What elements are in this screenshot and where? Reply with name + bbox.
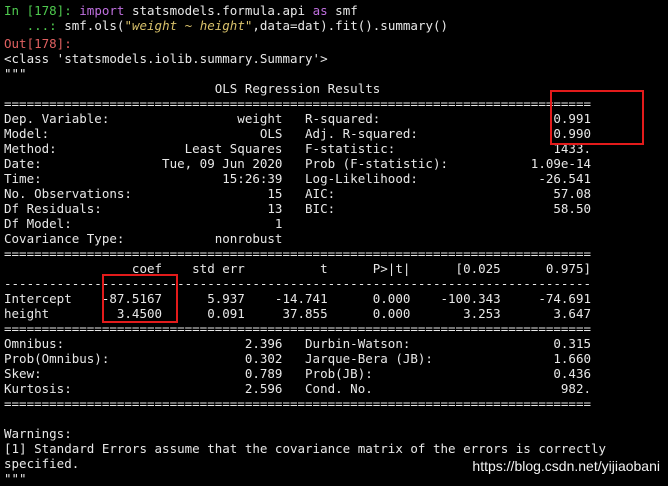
stat-row-df-model: Df Model: 1: [4, 216, 591, 231]
diag-row-skew: Skew: 0.789 Prob(JB): 0.436: [4, 366, 591, 381]
stat-row-df-residuals: Df Residuals: 13 BIC: 58.50: [4, 201, 591, 216]
diag-row-prob-omnibus: Prob(Omnibus): 0.302 Jarque-Bera (JB): 1…: [4, 351, 591, 366]
coef-highlight-box: [102, 274, 178, 323]
continuation-prompt: ...:: [4, 18, 65, 33]
stat-row-covariance: Covariance Type: nonrobust: [4, 231, 591, 246]
input-line-1[interactable]: In [178]: import statsmodels.formula.api…: [4, 3, 358, 18]
code-args: ,data=dat).fit().summary(): [252, 18, 449, 33]
stat-row-time: Time: 15:26:39 Log-Likelihood: -26.541: [4, 171, 591, 186]
out-prompt: Out[178]:: [4, 36, 72, 51]
coef-header: coef std err t P>|t| [0.025 0.975]: [4, 261, 591, 276]
diag-row-omnibus: Omnibus: 2.396 Durbin-Watson: 0.315: [4, 336, 591, 351]
stat-row-dep-variable: Dep. Variable: weight R-squared: 0.991: [4, 111, 591, 126]
alias-name: smf: [327, 3, 358, 18]
code-call: smf.ols(: [64, 18, 125, 33]
separator-eq-2: ========================================…: [4, 246, 591, 261]
summary-title: OLS Regression Results: [4, 81, 591, 96]
input-line-2[interactable]: ...: smf.ols("weight ~ height",data=dat)…: [4, 18, 448, 33]
warning-line-2: specified.: [4, 456, 80, 471]
coef-row-intercept: Intercept -87.5167 5.937 -14.741 0.000 -…: [4, 291, 591, 306]
stat-row-model: Model: OLS Adj. R-squared: 0.990: [4, 126, 591, 141]
import-keyword: import: [79, 3, 125, 18]
separator-dash: ----------------------------------------…: [4, 276, 591, 291]
separator-eq-3: ========================================…: [4, 321, 591, 336]
stat-row-method: Method: Least Squares F-statistic: 1433.: [4, 141, 591, 156]
warning-line-1: [1] Standard Errors assume that the cova…: [4, 441, 607, 456]
module-name: statsmodels.formula.api: [124, 3, 313, 18]
separator-eq-4: ========================================…: [4, 396, 591, 411]
as-keyword: as: [312, 3, 328, 18]
diag-row-kurtosis: Kurtosis: 2.596 Cond. No. 982.: [4, 381, 591, 396]
warnings-title: Warnings:: [4, 426, 72, 441]
stat-row-observations: No. Observations: 15 AIC: 57.08: [4, 186, 591, 201]
in-prompt: In [178]:: [4, 3, 80, 18]
coef-row-height: height 3.4500 0.091 37.855 0.000 3.253 3…: [4, 306, 591, 321]
stat-row-date: Date: Tue, 09 Jun 2020 Prob (F-statistic…: [4, 156, 591, 171]
class-line: <class 'statsmodels.iolib.summary.Summar…: [4, 51, 328, 66]
r-squared-highlight-box: [550, 90, 644, 145]
separator-eq-1: ========================================…: [4, 96, 591, 111]
close-triple-quote: """: [4, 471, 27, 486]
formula-string: "weight ~ height": [124, 18, 253, 33]
open-triple-quote: """: [4, 66, 27, 81]
watermark: https://blog.csdn.net/yijiaobani: [472, 458, 660, 474]
